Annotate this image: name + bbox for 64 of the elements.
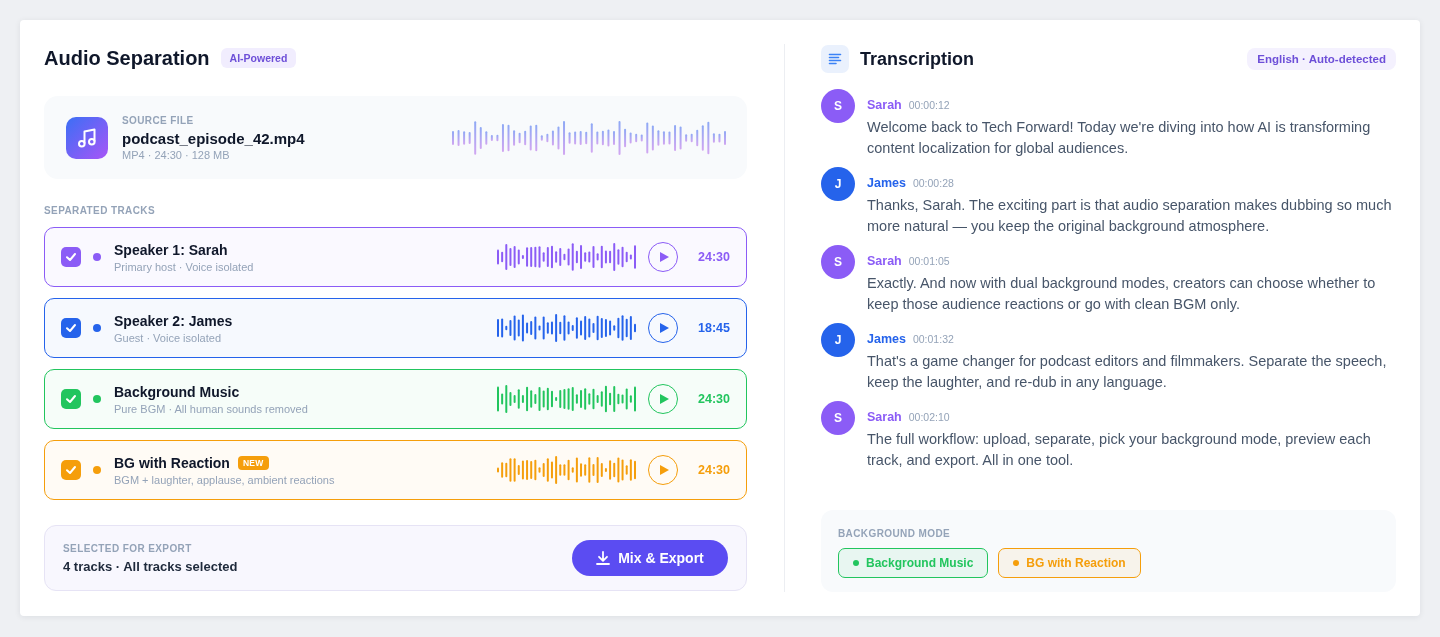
checkbox[interactable] bbox=[61, 389, 81, 409]
track-card[interactable]: Speaker 1: Sarah Primary host · Voice isolated 24:30 bbox=[44, 227, 747, 287]
track-description: Pure BGM · All human sounds removed bbox=[114, 402, 309, 415]
track-name: Speaker 2: James bbox=[114, 312, 233, 329]
file-details: MP4 · 24:30 · 128 MB bbox=[122, 149, 231, 161]
export-label: SELECTED FOR EXPORT bbox=[63, 542, 193, 555]
music-note-icon bbox=[66, 116, 108, 159]
track-duration: 24:30 bbox=[697, 463, 730, 477]
mode-label: BACKGROUND MODE bbox=[838, 527, 952, 540]
timestamp: 00:00:28 bbox=[912, 177, 954, 189]
speaker-name: Sarah bbox=[867, 410, 902, 424]
play-icon bbox=[659, 394, 669, 404]
file-name: podcast_episode_42.mp4 bbox=[122, 130, 306, 147]
track-card[interactable]: BG with Reaction NEW BGM + laughter, applause, ambient reactions 24:30 bbox=[44, 440, 747, 500]
avatar: S bbox=[821, 245, 855, 279]
track-name: BG with Reaction bbox=[114, 454, 230, 471]
speaker-name: Sarah bbox=[867, 98, 902, 112]
track-badge: NEW bbox=[237, 455, 269, 470]
panel-title: Transcription bbox=[860, 48, 976, 70]
message-text: Welcome back to Tech Forward! Today we're diving into how AI is transforming content localization for global audiences. bbox=[867, 118, 1372, 158]
play-icon bbox=[659, 252, 669, 262]
avatar: S bbox=[821, 89, 855, 123]
checkbox[interactable] bbox=[61, 318, 81, 338]
section-label: SEPARATED TRACKS bbox=[44, 204, 157, 217]
source-label: SOURCE FILE bbox=[122, 114, 195, 127]
track-duration: 24:30 bbox=[697, 250, 730, 264]
timestamp: 00:01:05 bbox=[908, 255, 950, 267]
track-name: Background Music bbox=[114, 383, 240, 400]
track-name: Speaker 1: Sarah bbox=[114, 241, 228, 258]
feature-badge: AI-Powered bbox=[220, 48, 297, 68]
checkmark-icon bbox=[65, 393, 77, 405]
message-text: That's a game changer for podcast editors and filmmakers. Separate the speech, keep the laughter, and re-dub in any language. bbox=[867, 352, 1388, 392]
play-icon bbox=[659, 323, 669, 333]
track-card[interactable]: Background Music Pure BGM · All human sounds removed 24:30 bbox=[44, 369, 747, 429]
message-text: Thanks, Sarah. The exciting part is that audio separation makes dubbing so much more natural — you keep the original background atmosphere. bbox=[867, 196, 1393, 236]
language-badge: English · Auto-detected bbox=[1247, 48, 1396, 70]
checkbox[interactable] bbox=[61, 460, 81, 480]
page-title: Audio Separation bbox=[44, 46, 210, 70]
checkmark-icon bbox=[65, 251, 77, 263]
text-lines-icon bbox=[821, 45, 849, 73]
speaker-name: James bbox=[867, 176, 906, 190]
avatar: J bbox=[821, 323, 855, 357]
speaker-name: Sarah bbox=[867, 254, 902, 268]
track-description: BGM + laughter, applause, ambient reactions bbox=[114, 473, 336, 486]
track-card[interactable]: Speaker 2: James Guest · Voice isolated 18:45 bbox=[44, 298, 747, 358]
mix-export-button[interactable]: Mix & Export bbox=[572, 540, 728, 576]
export-summary: 4 tracks · All tracks selected bbox=[63, 559, 238, 574]
speaker-name: James bbox=[867, 332, 906, 346]
track-duration: 24:30 bbox=[697, 392, 730, 406]
avatar: J bbox=[821, 167, 855, 201]
timestamp: 00:01:32 bbox=[912, 333, 954, 345]
checkmark-icon bbox=[65, 322, 77, 334]
download-icon bbox=[596, 551, 611, 565]
avatar: S bbox=[821, 401, 855, 435]
track-duration: 18:45 bbox=[697, 321, 730, 335]
checkbox[interactable] bbox=[61, 247, 81, 267]
timestamp: 00:00:12 bbox=[908, 99, 950, 111]
track-description: Primary host · Voice isolated bbox=[114, 260, 255, 273]
track-description: Guest · Voice isolated bbox=[114, 331, 222, 344]
timestamp: 00:02:10 bbox=[908, 411, 950, 423]
play-icon bbox=[659, 465, 669, 475]
message-text: The full workflow: upload, separate, pick your background mode, preview each track, and export. All in one tool. bbox=[867, 430, 1372, 470]
checkmark-icon bbox=[65, 464, 77, 476]
message-text: Exactly. And now with dual background modes, creators can choose whether to keep those audience reactions or go with clean BGM only. bbox=[867, 274, 1377, 314]
